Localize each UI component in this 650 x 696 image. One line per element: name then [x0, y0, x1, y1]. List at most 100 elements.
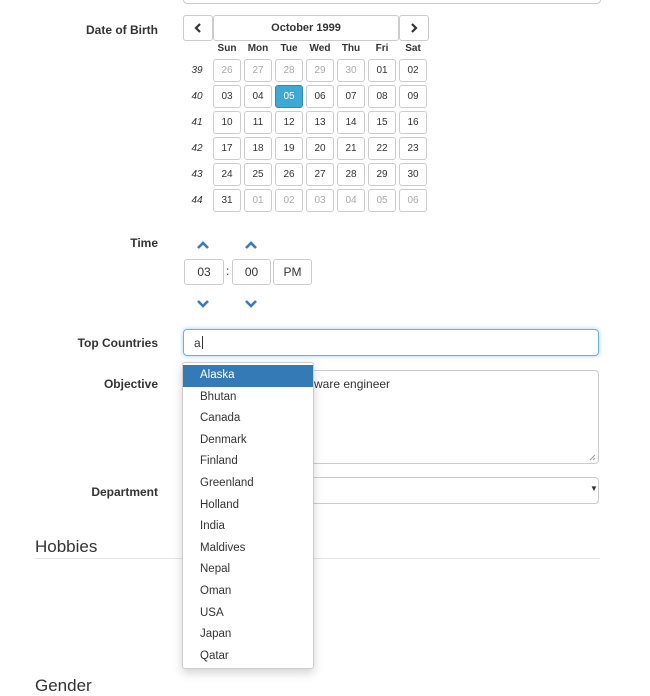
calendar-day[interactable]: 03	[306, 189, 334, 212]
chevron-up-icon	[197, 241, 209, 249]
countries-suggestion-list: Alaska Bhutan Canada Denmark Finland Greenlan…	[182, 362, 314, 669]
suggestion-item[interactable]: Oman	[183, 581, 313, 603]
suggestion-item[interactable]: USA	[183, 603, 313, 625]
selected-day[interactable]: 05	[275, 85, 303, 108]
calendar-day[interactable]: 02	[275, 189, 303, 212]
week-number: 39	[191, 65, 203, 76]
calendar-day[interactable]: 24	[213, 163, 241, 186]
objective-text: ware engineer	[314, 377, 391, 391]
calendar-day[interactable]: 29	[368, 163, 396, 186]
suggestion-item[interactable]: Maldives	[183, 538, 313, 560]
calendar-day[interactable]: 02	[399, 59, 427, 82]
calendar-day[interactable]: 27	[244, 59, 272, 82]
month-title[interactable]: October 1999	[213, 15, 399, 41]
suggestion-item[interactable]: Finland	[183, 451, 313, 473]
suggestion-item[interactable]: Canada	[183, 408, 313, 430]
caret-down-icon: ▼	[590, 484, 598, 493]
calendar-day[interactable]: 26	[275, 163, 303, 186]
calendar-day[interactable]: 11	[244, 111, 272, 134]
resize-handle-icon[interactable]	[589, 454, 596, 461]
calendar-day[interactable]: 04	[244, 85, 272, 108]
suggestion-item[interactable]: Nepal	[183, 559, 313, 581]
chevron-up-icon	[245, 241, 257, 249]
calendar-day[interactable]: 27	[306, 163, 334, 186]
calendar-day[interactable]: 16	[399, 111, 427, 134]
hobbies-divider	[35, 558, 600, 559]
suggestion-item[interactable]: Holland	[183, 495, 313, 517]
week-number: 43	[191, 169, 203, 180]
calendar-day[interactable]: 12	[275, 111, 303, 134]
calendar-day[interactable]: 28	[275, 59, 303, 82]
time-label: Time	[130, 236, 158, 250]
suggestion-item[interactable]: Greenland	[183, 473, 313, 495]
previous-field[interactable]	[183, 0, 601, 4]
week-number: 44	[191, 195, 203, 206]
calendar-day[interactable]: 31	[213, 189, 241, 212]
calendar-day[interactable]: 10	[213, 111, 241, 134]
chevron-down-icon	[197, 300, 209, 308]
hour-down-button[interactable]	[197, 295, 209, 313]
calendar-day[interactable]: 22	[368, 137, 396, 160]
week-number: 42	[191, 143, 203, 154]
calendar-day[interactable]: 09	[399, 85, 427, 108]
text-cursor	[201, 336, 203, 349]
calendar-day[interactable]: 14	[337, 111, 365, 134]
calendar-day[interactable]: 28	[337, 163, 365, 186]
meridian-toggle[interactable]: PM	[273, 259, 312, 285]
chevron-left-icon	[194, 23, 201, 33]
objective-label: Objective	[103, 377, 158, 391]
calendar-day[interactable]: 18	[244, 137, 272, 160]
time-separator: :	[226, 264, 230, 278]
calendar-day[interactable]: 13	[306, 111, 334, 134]
weekday-header: Sun	[217, 43, 237, 54]
calendar-day[interactable]: 05	[368, 189, 396, 212]
calendar-day[interactable]: 04	[337, 189, 365, 212]
calendar-day[interactable]: 06	[399, 189, 427, 212]
calendar-day[interactable]: 29	[306, 59, 334, 82]
calendar-day[interactable]: 26	[213, 59, 241, 82]
top-countries-label: Top Countries	[77, 336, 158, 350]
department-label: Department	[91, 485, 158, 499]
suggestion-item[interactable]: Denmark	[183, 430, 313, 452]
calendar-day[interactable]: 20	[306, 137, 334, 160]
dob-label: Date of Birth	[86, 23, 158, 37]
datepicker: October 1999 Sun Mon Tue Wed Thu Fri Sat 39 26 27…	[183, 15, 429, 212]
next-month-button[interactable]	[399, 15, 429, 41]
calendar-day[interactable]: 21	[337, 137, 365, 160]
calendar-day[interactable]: 17	[213, 137, 241, 160]
weekday-header: Wed	[309, 43, 331, 54]
weekday-header: Thu	[341, 43, 361, 54]
hour-input[interactable]: 03	[184, 259, 224, 285]
suggestion-item[interactable]: Alaska	[183, 365, 313, 387]
minute-input[interactable]: 00	[232, 259, 271, 285]
calendar-day[interactable]: 15	[368, 111, 396, 134]
top-countries-input[interactable]: a	[183, 329, 599, 356]
calendar-day[interactable]: 25	[244, 163, 272, 186]
calendar-day[interactable]: 30	[399, 163, 427, 186]
chevron-right-icon	[411, 23, 418, 33]
calendar-day[interactable]: 23	[399, 137, 427, 160]
calendar-day[interactable]: 06	[306, 85, 334, 108]
weekday-header: Sat	[405, 43, 421, 54]
suggestion-item[interactable]: Qatar	[183, 646, 313, 668]
minute-up-button[interactable]	[245, 236, 257, 254]
calendar-day[interactable]: 07	[337, 85, 365, 108]
hobbies-heading: Hobbies	[35, 537, 98, 556]
suggestion-item[interactable]: Japan	[183, 624, 313, 646]
minute-down-button[interactable]	[245, 295, 257, 313]
hour-up-button[interactable]	[197, 236, 209, 254]
calendar-day[interactable]: 30	[337, 59, 365, 82]
calendar-day[interactable]: 19	[275, 137, 303, 160]
calendar-day[interactable]: 01	[368, 59, 396, 82]
weekday-header: Fri	[375, 43, 389, 54]
suggestion-item[interactable]: India	[183, 516, 313, 538]
datepicker-header: October 1999	[183, 15, 429, 41]
weekday-header: Tue	[280, 43, 298, 54]
calendar-day[interactable]: 08	[368, 85, 396, 108]
suggestion-item[interactable]: Bhutan	[183, 387, 313, 409]
prev-month-button[interactable]	[183, 15, 213, 41]
calendar-day[interactable]: 01	[244, 189, 272, 212]
gender-heading: Gender	[35, 676, 92, 695]
calendar-day[interactable]: 03	[213, 85, 241, 108]
chevron-down-icon	[245, 300, 257, 308]
